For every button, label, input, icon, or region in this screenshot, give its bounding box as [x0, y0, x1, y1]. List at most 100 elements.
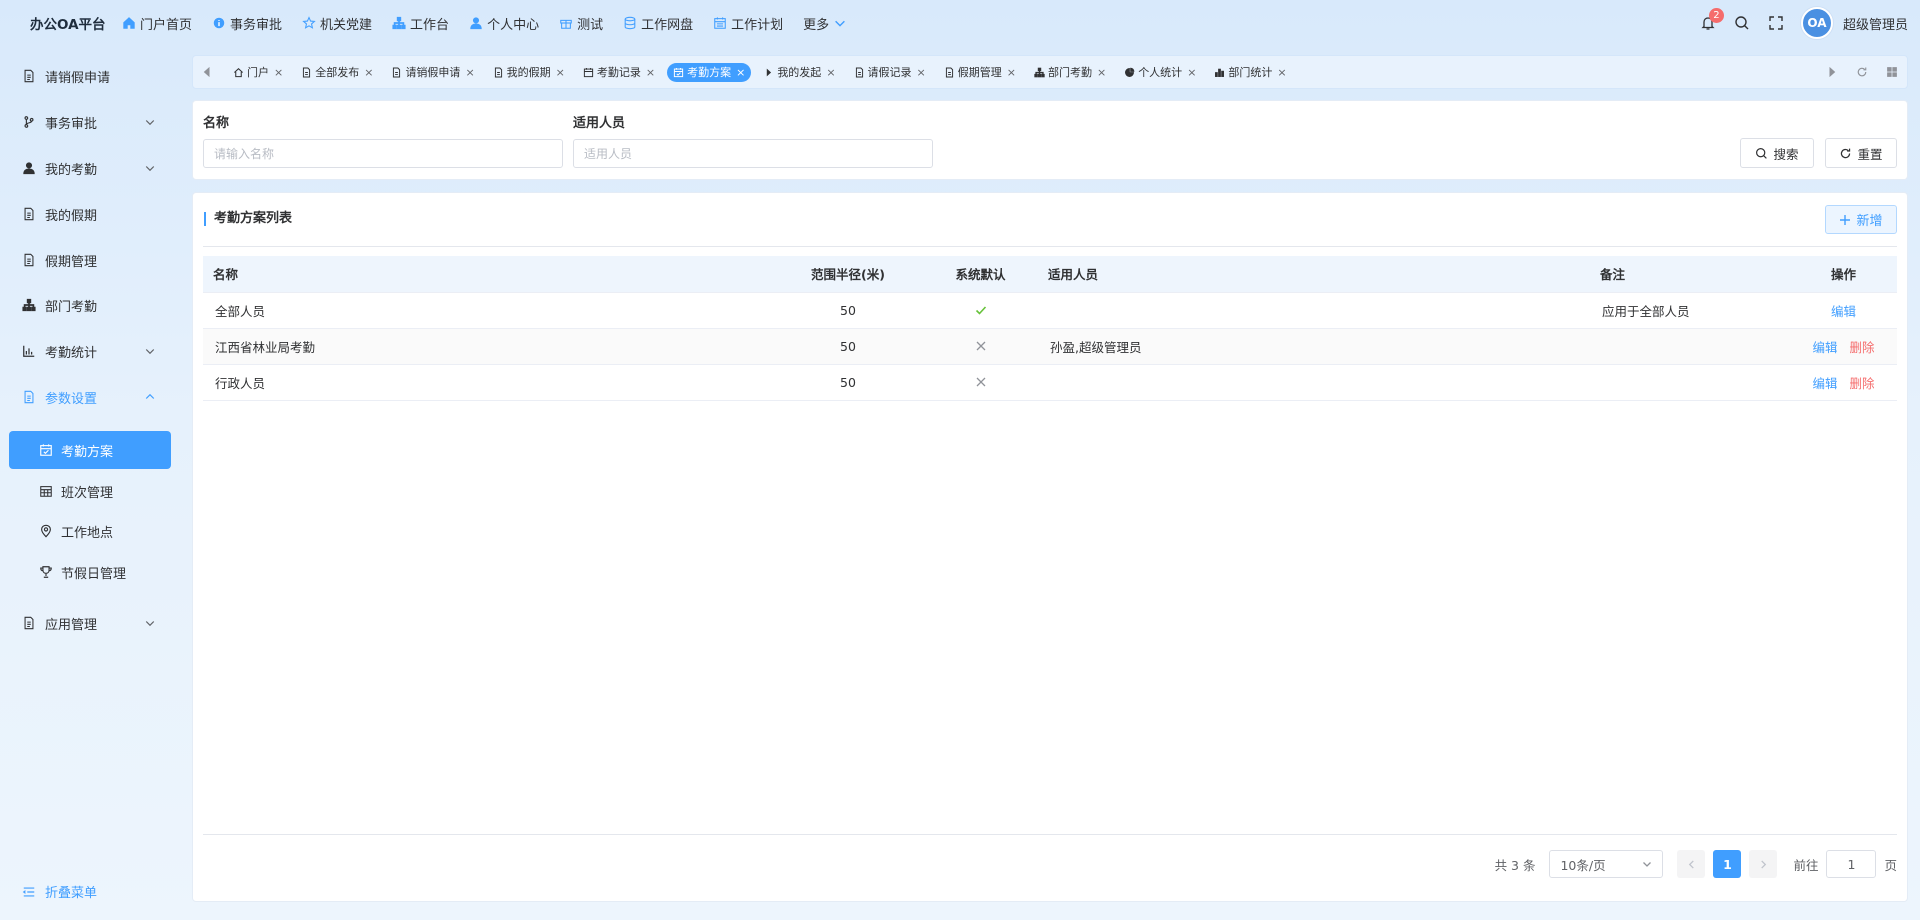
sidebar-item-approval[interactable]: 事务审批 [0, 102, 180, 142]
tab-close-icon[interactable]: × [1007, 66, 1016, 79]
tab-close-icon[interactable]: × [826, 66, 835, 79]
page-size-select[interactable]: 10条/页 [1549, 850, 1664, 878]
tab-close-icon[interactable]: × [736, 66, 745, 79]
tab-close-icon[interactable]: × [1277, 66, 1286, 79]
delete-link[interactable]: 删除 [1850, 376, 1875, 391]
notification-button[interactable]: 2 [1691, 0, 1725, 46]
column-header-name[interactable]: 名称 [203, 256, 773, 293]
topnav-workbench[interactable]: 工作台 [392, 14, 460, 33]
info-icon [212, 16, 226, 30]
topnav-label: 工作网盘 [641, 17, 694, 33]
topnav-plan[interactable]: 工作计划 [713, 14, 794, 33]
edit-link[interactable]: 编辑 [1812, 340, 1837, 355]
tab-close-icon[interactable]: × [274, 66, 283, 79]
edit-link[interactable]: 编辑 [1812, 376, 1837, 391]
goto-page-input[interactable] [1826, 850, 1877, 878]
sidebar-subitem-location[interactable]: 工作地点 [9, 512, 171, 550]
topnav-test[interactable]: 测试 [559, 14, 614, 33]
sidebar-subitem-holidays[interactable]: 节假日管理 [9, 553, 171, 591]
bar-chart-icon [22, 344, 36, 358]
sidebar-subitem-attendance-scheme[interactable]: 考勤方案 [9, 431, 171, 469]
edit-link[interactable]: 编辑 [1831, 304, 1856, 319]
tab-portal[interactable]: 门户 × [227, 63, 289, 82]
topnav-label: 测试 [577, 17, 604, 33]
sidebar-item-label: 考勤统计 [45, 345, 98, 361]
sidebar-item-settings[interactable]: 参数设置 [0, 377, 180, 417]
tab-attendance-records[interactable]: 考勤记录 × [577, 63, 661, 82]
sidebar-item-my-leave[interactable]: 我的假期 [0, 194, 180, 234]
tab-close-icon[interactable]: × [1097, 66, 1106, 79]
topnav-party[interactable]: 机关党建 [302, 14, 383, 33]
location-icon [39, 524, 53, 538]
prev-page-button[interactable] [1677, 850, 1706, 878]
chevron-right-icon [1759, 859, 1768, 869]
column-header-people[interactable]: 适用人员 [1038, 256, 1590, 293]
sidebar-item-label: 请销假申请 [45, 70, 111, 86]
tab-leave-management[interactable]: 假期管理 × [938, 63, 1022, 82]
grid-icon [1886, 66, 1898, 78]
column-header-default[interactable]: 系统默认 [923, 256, 1038, 293]
tab-my-initiated[interactable]: 我的发起 × [757, 63, 841, 82]
tab-leave-request[interactable]: 请销假申请 × [385, 63, 480, 82]
close-icon [935, 377, 1026, 387]
tab-leave-records[interactable]: 请假记录 × [848, 63, 932, 82]
avatar[interactable]: OA [1800, 7, 1833, 39]
tab-label: 考勤记录 [596, 66, 641, 79]
topnav-more[interactable]: 更多 [803, 14, 858, 33]
next-page-button[interactable] [1749, 850, 1778, 878]
tabs-scroll-left[interactable] [193, 56, 221, 88]
reset-button-label: 重置 [1857, 146, 1883, 162]
tab-all-published[interactable]: 全部发布 × [295, 63, 379, 82]
tab-personal-stats[interactable]: 个人统计 × [1118, 63, 1202, 82]
sidebar-item-dept-attendance[interactable]: 部门考勤 [0, 285, 180, 325]
cell-default [923, 328, 1038, 365]
search-icon [1755, 147, 1768, 160]
topnav-home[interactable]: 门户首页 [122, 14, 203, 33]
search-button[interactable] [1725, 0, 1759, 46]
search-button[interactable]: 搜索 [1740, 138, 1814, 168]
top-bar: 办公OA平台 门户首页 事务审批 机关党建 工作台 个人中心 测试 工作网盘 工… [0, 0, 1920, 46]
tab-my-leave[interactable]: 我的假期 × [487, 63, 571, 82]
search-panel: 名称 适用人员 搜索 重置 [192, 100, 1908, 180]
refresh-tab-button[interactable] [1847, 56, 1877, 88]
org-icon [392, 16, 406, 30]
page-number-button[interactable]: 1 [1713, 850, 1742, 878]
sidebar-item-leave-request[interactable]: 请销假申请 [0, 56, 180, 96]
chevron-up-icon [144, 391, 156, 403]
table-title: 考勤方案列表 [204, 212, 292, 226]
reset-button[interactable]: 重置 [1825, 138, 1897, 168]
sidebar-subitem-shift[interactable]: 班次管理 [9, 472, 171, 510]
tab-dept-stats[interactable]: 部门统计 × [1208, 63, 1292, 82]
tabs-menu-button[interactable] [1877, 56, 1907, 88]
topnav-approval[interactable]: 事务审批 [212, 14, 293, 33]
people-search-input[interactable] [573, 139, 933, 168]
column-header-radius[interactable]: 范围半径(米) [773, 256, 923, 293]
sidebar-item-leave-management[interactable]: 假期管理 [0, 240, 180, 280]
sidebar-item-app-management[interactable]: 应用管理 [0, 603, 180, 643]
tab-close-icon[interactable]: × [917, 66, 926, 79]
column-header-remark[interactable]: 备注 [1590, 256, 1790, 293]
sidebar-item-my-attendance[interactable]: 我的考勤 [0, 148, 180, 188]
topnav-personal[interactable]: 个人中心 [469, 14, 550, 33]
collapse-menu-button[interactable]: 折叠菜单 [22, 882, 97, 901]
name-search-input[interactable] [203, 139, 563, 168]
tab-close-icon[interactable]: × [1187, 66, 1196, 79]
cell-remark [1590, 328, 1790, 365]
topnav-netdisk[interactable]: 工作网盘 [623, 14, 704, 33]
sidebar: 请销假申请 事务审批 我的考勤 我的假期 假期管理 部门考勤 考勤统计 参数设置… [0, 46, 180, 920]
tabs-scroll-right[interactable] [1817, 56, 1847, 88]
sidebar-item-attendance-stats[interactable]: 考勤统计 [0, 331, 180, 371]
tab-close-icon[interactable]: × [364, 66, 373, 79]
tab-attendance-scheme[interactable]: 考勤方案 × [667, 62, 752, 82]
cell-name: 江西省林业局考勤 [203, 328, 773, 365]
fullscreen-button[interactable] [1759, 0, 1793, 46]
tab-dept-attendance[interactable]: 部门考勤 × [1028, 63, 1112, 82]
sidebar-subitem-label: 节假日管理 [61, 566, 127, 582]
tab-close-icon[interactable]: × [646, 66, 655, 79]
add-button[interactable]: 新增 [1825, 205, 1897, 234]
username[interactable]: 超级管理员 [1843, 14, 1908, 33]
document-icon [301, 67, 312, 78]
delete-link[interactable]: 删除 [1850, 340, 1875, 355]
tab-close-icon[interactable]: × [556, 66, 565, 79]
tab-close-icon[interactable]: × [465, 66, 474, 79]
